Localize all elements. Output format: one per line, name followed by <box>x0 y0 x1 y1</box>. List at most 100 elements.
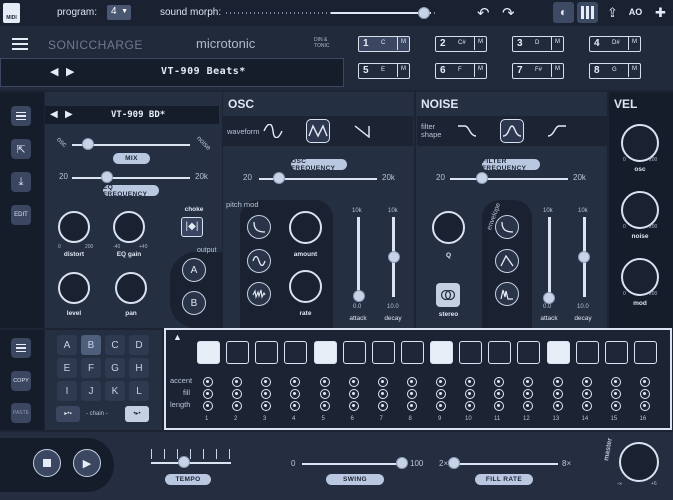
preset-next-icon[interactable]: ▶ <box>66 65 74 78</box>
rate-knob[interactable] <box>289 270 322 303</box>
fill-toggle[interactable] <box>203 389 213 399</box>
menu-icon[interactable] <box>12 38 28 50</box>
step-9-button[interactable] <box>430 341 453 364</box>
osc-decay-knob[interactable] <box>388 251 400 263</box>
channel-4-button[interactable]: 4 D# M <box>589 36 641 52</box>
q-knob[interactable] <box>432 211 465 244</box>
length-toggle[interactable] <box>465 401 475 411</box>
length-toggle[interactable] <box>406 401 417 411</box>
swing-slider[interactable] <box>302 463 405 465</box>
step-5-button[interactable] <box>313 341 337 364</box>
pan-knob[interactable] <box>115 272 147 304</box>
noise-attack-slider[interactable] <box>548 217 551 297</box>
edit-button[interactable]: EDIT <box>11 205 31 225</box>
accent-toggle[interactable] <box>406 377 417 387</box>
step-4-button[interactable] <box>284 341 307 364</box>
pitchmod-sine-button[interactable] <box>247 249 271 273</box>
filter-highpass-button[interactable] <box>545 119 569 143</box>
stop-button[interactable] <box>33 449 61 477</box>
fill-toggle[interactable] <box>261 389 271 399</box>
level-knob[interactable] <box>58 272 90 304</box>
length-toggle[interactable] <box>552 401 563 411</box>
preset-prev-icon[interactable]: ◀ <box>50 65 58 78</box>
fill-rate-slider[interactable] <box>453 463 558 465</box>
channel-mute-button[interactable]: M <box>397 37 409 50</box>
channel-mute-button[interactable]: M <box>474 64 486 77</box>
stereo-button[interactable] <box>436 283 460 307</box>
filter-frequency-slider[interactable] <box>450 178 568 180</box>
eq-frequency-slider[interactable] <box>72 177 190 179</box>
channel-mute-button[interactable]: M <box>474 37 486 50</box>
accent-toggle[interactable] <box>523 377 533 387</box>
envelope-mod-button[interactable] <box>495 282 519 306</box>
pattern-b-button[interactable]: B <box>81 335 101 355</box>
accent-toggle[interactable] <box>319 377 330 387</box>
eq-gain-knob[interactable] <box>113 211 145 243</box>
mix-knob[interactable] <box>82 138 94 150</box>
accent-toggle[interactable] <box>232 377 242 387</box>
step-14-button[interactable] <box>575 341 599 364</box>
step-8-button[interactable] <box>400 341 424 364</box>
import-icon[interactable]: ⇪ <box>602 2 623 23</box>
step-16-button[interactable] <box>633 341 657 364</box>
length-toggle[interactable] <box>639 401 650 411</box>
paste-button[interactable]: PASTE <box>11 403 31 423</box>
channel-mute-button[interactable]: M <box>551 37 563 50</box>
length-toggle[interactable] <box>377 401 388 411</box>
channel-5-button[interactable]: 5 E M <box>358 63 410 79</box>
preset-name[interactable]: VT-909 Beats* <box>161 66 246 77</box>
drum-menu-button[interactable] <box>11 106 31 126</box>
step-10-button[interactable] <box>459 341 482 364</box>
noise-attack-knob[interactable] <box>543 292 555 304</box>
step-3-button[interactable] <box>255 341 278 364</box>
accent-toggle[interactable] <box>581 377 592 387</box>
filter-lowpass-button[interactable] <box>455 119 479 143</box>
pitchmod-noise-button[interactable] <box>247 282 271 306</box>
drum-next-icon[interactable]: ▶ <box>65 109 73 120</box>
fill-toggle[interactable] <box>319 389 330 399</box>
midi-icon[interactable]: MIDI <box>3 3 20 23</box>
length-toggle[interactable] <box>290 401 300 411</box>
fill-toggle[interactable] <box>610 389 621 399</box>
length-toggle[interactable] <box>494 401 504 411</box>
osc-attack-knob[interactable] <box>353 290 365 302</box>
channel-3-button[interactable]: 3 D M <box>512 36 564 52</box>
program-select[interactable]: 4 ▼ <box>107 5 131 20</box>
chain-right-button[interactable]: •▸• <box>125 406 149 422</box>
accent-toggle[interactable] <box>465 377 475 387</box>
pitchmod-decay-button[interactable] <box>247 215 271 239</box>
length-toggle[interactable] <box>436 401 446 411</box>
accent-toggle[interactable] <box>552 377 563 387</box>
swing-knob[interactable] <box>396 457 408 469</box>
sound-morph-knob[interactable] <box>418 7 430 19</box>
chain-left-button[interactable]: ▸•▪ <box>56 406 80 422</box>
drum-name[interactable]: VT-909 BD* <box>111 110 165 120</box>
step-1-button[interactable] <box>197 341 220 364</box>
pattern-e-button[interactable]: E <box>57 358 77 378</box>
sound-morph-slider[interactable] <box>226 7 436 19</box>
choke-button[interactable]: |◆| <box>181 217 203 237</box>
master-knob[interactable] <box>619 442 659 482</box>
undo-icon[interactable]: ↶ <box>477 4 495 22</box>
distort-knob[interactable] <box>58 211 90 243</box>
pattern-a-button[interactable]: A <box>57 335 77 355</box>
step-6-button[interactable] <box>342 341 366 364</box>
redo-icon[interactable]: ↷ <box>502 4 520 22</box>
ao-icon[interactable]: AO <box>625 2 646 23</box>
pattern-menu-button[interactable] <box>11 338 31 358</box>
accent-toggle[interactable] <box>639 377 650 387</box>
output-b-button[interactable]: B <box>182 291 206 315</box>
tempo-slider[interactable] <box>151 462 231 464</box>
tempo-knob[interactable] <box>178 456 190 468</box>
palette-icon[interactable]: ◐ <box>553 2 574 23</box>
pattern-c-button[interactable]: C <box>105 335 125 355</box>
channel-mute-button[interactable]: M <box>397 64 409 77</box>
download-button[interactable]: ⤓ <box>11 172 31 192</box>
step-12-button[interactable] <box>517 341 540 364</box>
length-toggle[interactable] <box>348 401 359 411</box>
accent-toggle[interactable] <box>377 377 388 387</box>
length-toggle[interactable] <box>581 401 592 411</box>
fill-toggle[interactable] <box>232 389 242 399</box>
copy-button[interactable]: COPY <box>11 371 31 391</box>
fill-toggle[interactable] <box>436 389 446 399</box>
